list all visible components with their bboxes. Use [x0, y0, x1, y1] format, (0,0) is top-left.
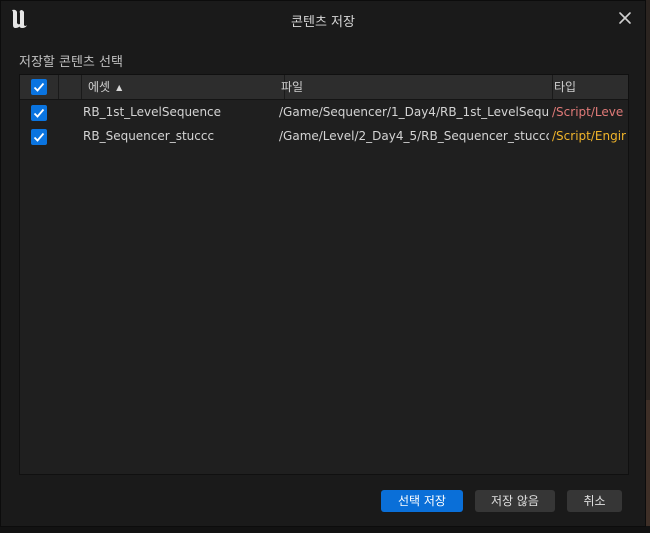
select-all-checkbox[interactable]	[31, 79, 47, 95]
close-icon[interactable]	[617, 10, 633, 26]
cancel-button[interactable]: 취소	[567, 490, 622, 512]
asset-type: /Script/Engir	[552, 129, 626, 143]
table-row[interactable]: RB_Sequencer_stuccc /Game/Level/2_Day4_5…	[20, 124, 628, 148]
column-header-path[interactable]: 파일	[279, 75, 553, 99]
asset-name: RB_1st_LevelSequence	[83, 105, 222, 119]
column-header-asset[interactable]: 에셋 ▲	[82, 75, 285, 99]
content-table: 에셋 ▲ 파일 타입 RB_1st_LevelSequence /Game/Seq…	[19, 74, 629, 475]
title-bar: 콘텐츠 저장	[1, 1, 645, 37]
checkmark-icon	[33, 132, 45, 142]
column-header-type[interactable]: 타입	[551, 75, 628, 99]
header-select-all-cell	[20, 75, 59, 99]
row-checkbox[interactable]	[31, 105, 47, 121]
save-content-dialog: 콘텐츠 저장 저장할 콘텐츠 선택 에셋 ▲ 파일 타입 RB_1st_Level…	[0, 0, 646, 527]
column-header-asset-label: 에셋	[88, 80, 111, 94]
section-label: 저장할 콘텐츠 선택	[19, 55, 123, 70]
background-bottom	[0, 526, 650, 533]
asset-path: /Game/Level/2_Day4_5/RB_Sequencer_stuccc	[279, 129, 549, 143]
table-header: 에셋 ▲ 파일 타입	[20, 75, 628, 100]
table-row[interactable]: RB_1st_LevelSequence /Game/Sequencer/1_D…	[20, 100, 628, 124]
sort-ascending-icon: ▲	[116, 83, 123, 92]
row-checkbox[interactable]	[31, 129, 47, 145]
dialog-title: 콘텐츠 저장	[291, 15, 355, 30]
checkmark-icon	[33, 108, 45, 118]
checkmark-icon	[33, 82, 45, 92]
header-blank-cell	[59, 75, 82, 99]
dont-save-button[interactable]: 저장 않음	[475, 490, 555, 512]
save-selected-button[interactable]: 선택 저장	[381, 490, 463, 512]
asset-name: RB_Sequencer_stuccc	[83, 129, 215, 143]
asset-path: /Game/Sequencer/1_Day4/RB_1st_LevelSeque	[279, 105, 549, 119]
asset-type: /Script/Leve	[552, 105, 624, 119]
